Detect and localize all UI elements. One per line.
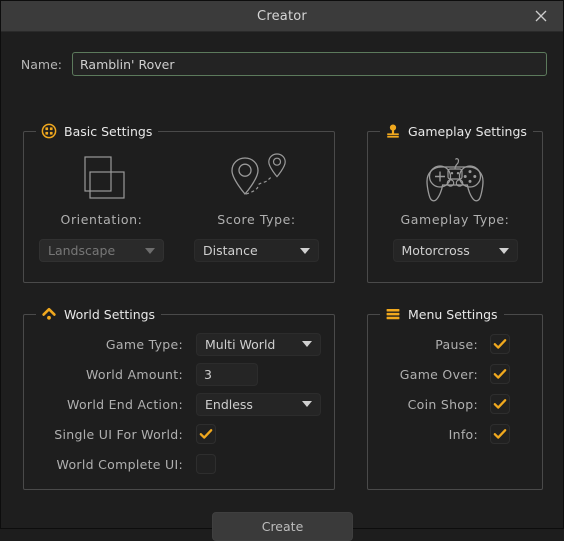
menu-pause-row: Pause: (368, 329, 542, 359)
world-game-type-value: Multi World (205, 336, 276, 352)
group-menu-header: Menu Settings (380, 304, 504, 324)
gamepad-icon (419, 148, 491, 210)
checkmark-icon (492, 336, 508, 352)
menu-game-over-checkbox[interactable] (490, 364, 510, 384)
menu-pause-label: Pause: (435, 336, 478, 352)
world-end-action-value: Endless (205, 396, 253, 412)
group-world-title: World Settings (64, 306, 156, 322)
group-gameplay-settings: Gameplay Settings Gameplay Type: Motorcr… (367, 121, 543, 283)
checkmark-icon (492, 366, 508, 382)
score-type-dropdown[interactable]: Distance (194, 239, 319, 262)
checkmark-icon (492, 396, 508, 412)
world-complete-ui-checkbox[interactable] (196, 454, 216, 474)
orientation-field: Orientation: Landscape (24, 132, 179, 282)
menu-info-checkbox[interactable] (490, 424, 510, 444)
world-complete-ui-row: World Complete UI: (24, 449, 334, 479)
group-basic-settings: Basic Settings Orientation: Landscape Sc… (23, 121, 335, 283)
name-input[interactable] (72, 52, 547, 76)
single-ui-for-world-label: Single UI For World: (54, 426, 183, 442)
score-type-label: Score Type: (217, 212, 296, 227)
overlapping-rectangles-icon (73, 148, 131, 210)
world-end-action-row: World End Action: Endless (24, 389, 334, 419)
close-x-icon (533, 8, 549, 24)
world-amount-input[interactable] (196, 362, 258, 386)
orientation-value: Landscape (48, 243, 116, 258)
score-type-field: Score Type: Distance (179, 132, 334, 282)
window-title: Creator (257, 8, 307, 24)
world-amount-row: World Amount: (24, 359, 334, 389)
name-label: Name: (20, 56, 62, 72)
single-ui-for-world-checkbox[interactable] (196, 424, 216, 444)
chevron-down-icon (302, 401, 312, 407)
group-menu-title: Menu Settings (408, 306, 498, 322)
group-world-header: World Settings (36, 304, 162, 324)
menu-coin-shop-checkbox[interactable] (490, 394, 510, 414)
create-button[interactable]: Create (212, 512, 353, 541)
hamburger-menu-icon (384, 306, 401, 323)
dialog-body: Name: Basic Settings (1, 32, 564, 541)
chevron-up-dot-icon (40, 306, 57, 323)
orientation-dropdown[interactable]: Landscape (39, 239, 164, 262)
menu-coin-shop-row: Coin Shop: (368, 389, 542, 419)
score-type-value: Distance (203, 243, 258, 258)
gameplay-type-dropdown[interactable]: Motorcross (392, 239, 518, 262)
world-end-action-dropdown[interactable]: Endless (196, 392, 321, 416)
creator-dialog: Creator Name: Ramblin' Rover Basic Setti… (0, 0, 564, 541)
gameplay-type-value: Motorcross (401, 243, 470, 258)
menu-game-over-row: Game Over: (368, 359, 542, 389)
chevron-down-icon (300, 247, 310, 254)
name-row: Name: (1, 50, 564, 78)
single-ui-for-world-row: Single UI For World: (24, 419, 334, 449)
orientation-label: Orientation: (60, 212, 143, 227)
world-game-type-label: Game Type: (105, 336, 183, 352)
gameplay-type-field: Gameplay Type: Motorcross (368, 132, 542, 282)
menu-info-row: Info: (368, 419, 542, 449)
menu-game-over-label: Game Over: (399, 366, 478, 382)
gameplay-type-label: Gameplay Type: (400, 212, 510, 227)
chevron-down-icon (145, 247, 155, 254)
map-pins-route-icon (225, 148, 289, 210)
checkmark-icon (198, 426, 214, 442)
menu-info-label: Info: (448, 426, 478, 442)
world-game-type-row: Game Type: Multi World (24, 329, 334, 359)
chevron-down-icon (302, 341, 312, 347)
checkmark-icon (492, 426, 508, 442)
world-end-action-label: World End Action: (67, 396, 183, 412)
menu-coin-shop-label: Coin Shop: (407, 396, 478, 412)
titlebar: Creator (1, 1, 563, 32)
close-button[interactable] (519, 1, 563, 31)
world-game-type-dropdown[interactable]: Multi World (196, 332, 321, 356)
world-amount-label: World Amount: (85, 366, 183, 382)
chevron-down-icon (498, 247, 509, 254)
menu-pause-checkbox[interactable] (490, 334, 510, 354)
group-world-settings: World Settings Game Type: Multi World Wo… (23, 304, 335, 490)
group-menu-settings: Menu Settings Pause: Game Over: Coin Sho… (367, 304, 543, 490)
world-complete-ui-label: World Complete UI: (56, 456, 183, 472)
